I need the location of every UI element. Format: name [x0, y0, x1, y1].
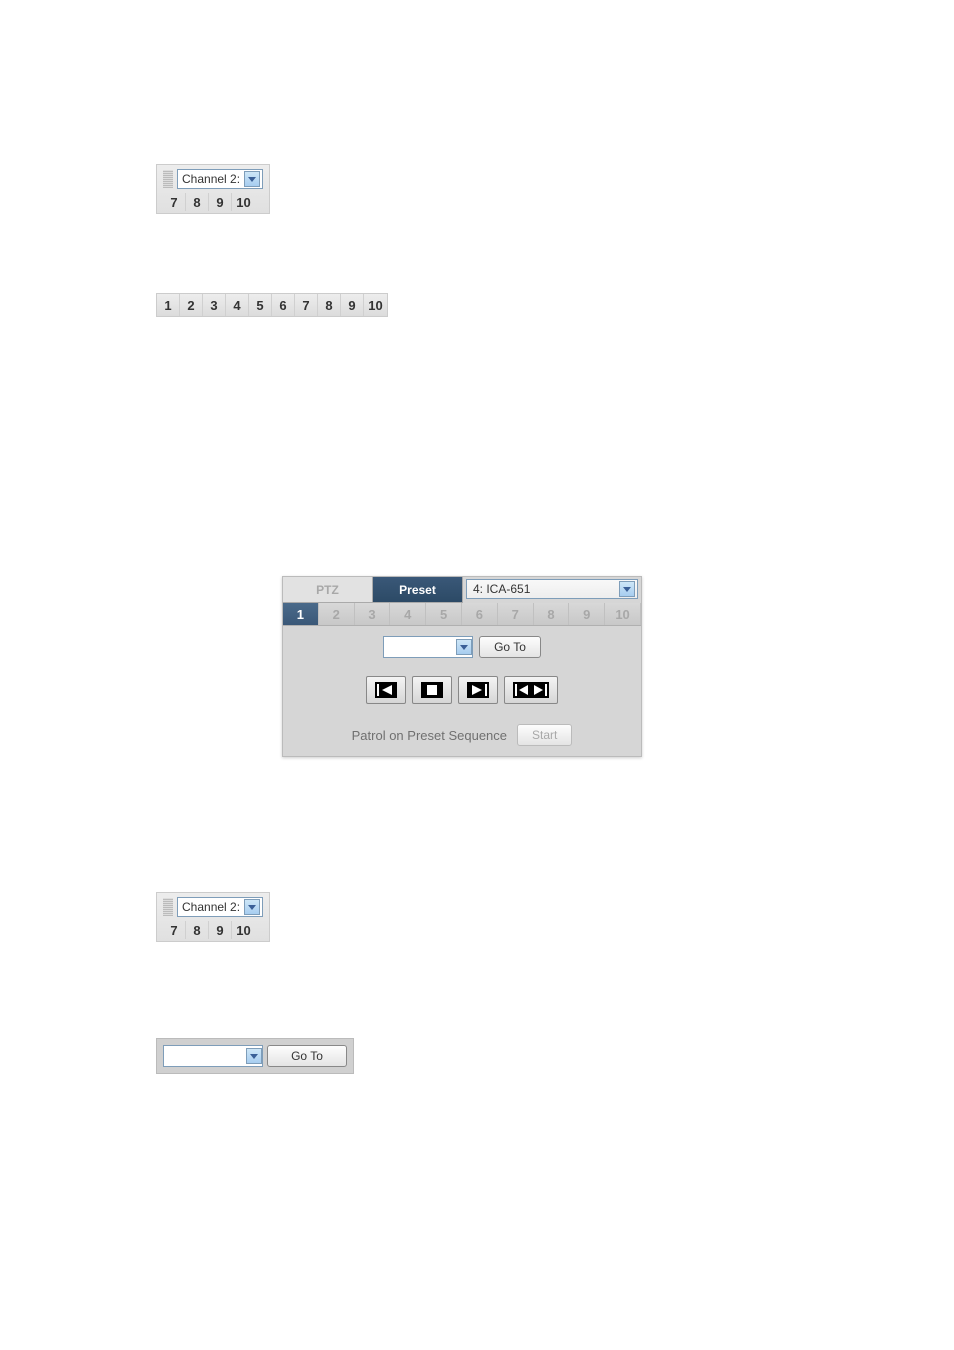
strip-num-4[interactable]: 4 [226, 294, 249, 316]
channel-num-9[interactable]: 9 [209, 193, 232, 211]
seq-toggle-button[interactable] [504, 676, 558, 704]
play-next-icon [467, 682, 489, 698]
camera-select-value: 4: ICA-651 [473, 582, 530, 596]
channel-row: Channel 2: [163, 897, 263, 917]
channel-row: Channel 2: [163, 169, 263, 189]
preset-panel: PTZ Preset 4: ICA-651 1 2 3 4 5 6 7 8 9 … [282, 576, 642, 757]
preset-num-10[interactable]: 10 [605, 603, 641, 625]
strip-num-2[interactable]: 2 [180, 294, 203, 316]
preset-num-6[interactable]: 6 [462, 603, 498, 625]
seq-prev-button[interactable] [366, 676, 406, 704]
strip-num-10[interactable]: 10 [364, 294, 387, 316]
channel-num-8[interactable]: 8 [186, 193, 209, 211]
channel-num-9[interactable]: 9 [209, 921, 232, 939]
channel-num-7[interactable]: 7 [163, 193, 186, 211]
preset-number-row: 1 2 3 4 5 6 7 8 9 10 [283, 603, 641, 626]
preset-goto-select[interactable] [383, 636, 473, 658]
channel-num-7[interactable]: 7 [163, 921, 186, 939]
seq-stop-button[interactable] [412, 676, 452, 704]
chevron-down-icon[interactable] [619, 581, 635, 597]
channel-number-row: 7 8 9 10 [163, 921, 263, 939]
preset-tabs: PTZ Preset 4: ICA-651 [283, 577, 641, 603]
strip-num-6[interactable]: 6 [272, 294, 295, 316]
strip-num-5[interactable]: 5 [249, 294, 272, 316]
chevron-down-icon[interactable] [244, 171, 260, 187]
preset-num-9[interactable]: 9 [569, 603, 605, 625]
chevron-down-icon[interactable] [244, 899, 260, 915]
channel-widget: Channel 2: 7 8 9 10 [156, 892, 270, 942]
goto-row: Go To [293, 636, 631, 658]
strip-num-1[interactable]: 1 [157, 294, 180, 316]
prev-next-icon [513, 682, 549, 698]
channel-select-label: Channel 2: [180, 900, 242, 914]
preset-body: Go To [283, 626, 641, 756]
patrol-start-button[interactable]: Start [517, 724, 572, 746]
channel-select[interactable]: Channel 2: [177, 897, 263, 917]
channel-number-row: 7 8 9 10 [163, 193, 263, 211]
tab-preset[interactable]: Preset [373, 577, 463, 603]
channel-num-10[interactable]: 10 [232, 921, 255, 939]
chevron-down-icon[interactable] [246, 1048, 262, 1064]
stop-icon [421, 682, 443, 698]
channel-num-10[interactable]: 10 [232, 193, 255, 211]
seq-next-button[interactable] [458, 676, 498, 704]
strip-num-3[interactable]: 3 [203, 294, 226, 316]
strip-num-8[interactable]: 8 [318, 294, 341, 316]
strip-num-7[interactable]: 7 [295, 294, 318, 316]
goto-button[interactable]: Go To [479, 636, 541, 658]
preset-num-2[interactable]: 2 [319, 603, 355, 625]
tab-ptz[interactable]: PTZ [283, 577, 373, 603]
goto-button[interactable]: Go To [267, 1045, 347, 1067]
drag-grip-icon[interactable] [163, 170, 173, 188]
goto-widget: Go To [156, 1038, 354, 1074]
preset-num-4[interactable]: 4 [390, 603, 426, 625]
camera-select[interactable]: 4: ICA-651 [466, 579, 638, 599]
strip-num-9[interactable]: 9 [341, 294, 364, 316]
preset-num-7[interactable]: 7 [498, 603, 534, 625]
play-prev-icon [375, 682, 397, 698]
channel-widget: Channel 2: 7 8 9 10 [156, 164, 270, 214]
patrol-label: Patrol on Preset Sequence [352, 728, 507, 743]
preset-num-1[interactable]: 1 [283, 603, 319, 625]
goto-select[interactable] [163, 1045, 263, 1067]
sequence-controls [293, 676, 631, 704]
patrol-row: Patrol on Preset Sequence Start [293, 724, 631, 746]
channel-select-label: Channel 2: [180, 172, 242, 186]
chevron-down-icon[interactable] [456, 639, 472, 655]
preset-num-5[interactable]: 5 [426, 603, 462, 625]
preset-num-8[interactable]: 8 [534, 603, 570, 625]
number-strip: 1 2 3 4 5 6 7 8 9 10 [156, 293, 388, 317]
drag-grip-icon[interactable] [163, 898, 173, 916]
preset-num-3[interactable]: 3 [355, 603, 391, 625]
channel-num-8[interactable]: 8 [186, 921, 209, 939]
channel-select[interactable]: Channel 2: [177, 169, 263, 189]
